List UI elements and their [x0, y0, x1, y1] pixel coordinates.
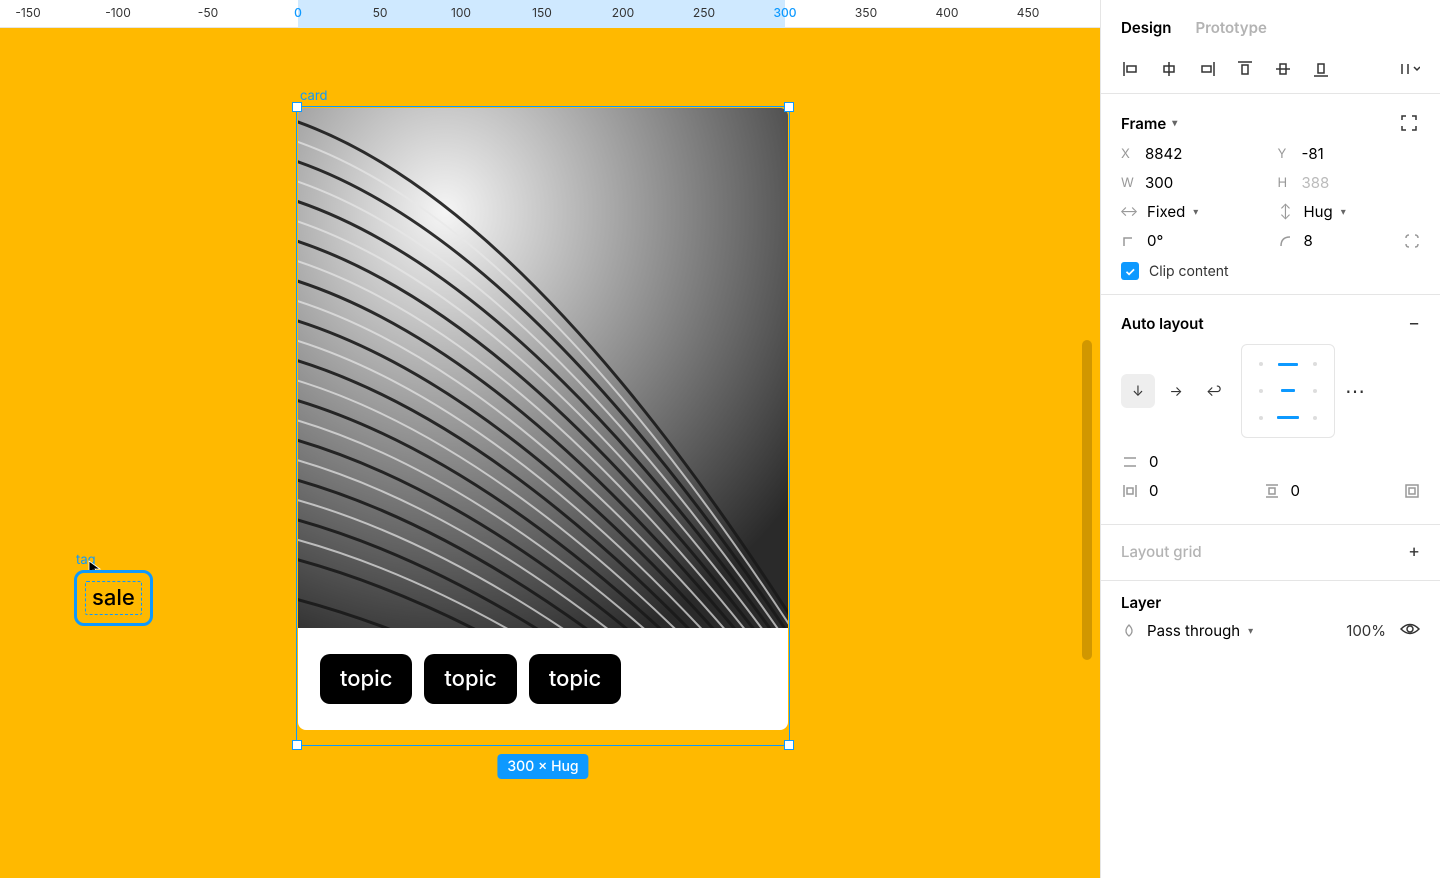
width-input[interactable]: 300 — [1145, 173, 1173, 192]
radius-input[interactable]: 8 — [1304, 231, 1313, 250]
auto-layout-direction: ↓ → ↩ — [1121, 374, 1231, 408]
corner-radius-icon — [1278, 233, 1294, 249]
h-label: H — [1278, 175, 1292, 191]
ruler-tick: -50 — [198, 5, 218, 20]
blend-mode-icon — [1121, 623, 1137, 639]
card-frame[interactable]: topic topic topic — [298, 108, 788, 730]
vertical-scrollbar[interactable] — [1082, 340, 1092, 660]
independent-padding-icon[interactable] — [1404, 483, 1420, 499]
blend-mode-select[interactable]: Pass through ▾ — [1147, 621, 1253, 640]
direction-vertical-icon[interactable]: ↓ — [1121, 374, 1155, 408]
ruler-tick: 250 — [693, 5, 715, 20]
alignment-controls — [1101, 51, 1440, 94]
vertical-resize-icon: ↕ — [1278, 204, 1294, 220]
height-input[interactable]: 388 — [1302, 173, 1330, 192]
layout-grid-section: Layout grid + — [1101, 525, 1440, 581]
ruler-tick: 0 — [294, 5, 302, 20]
tag-text[interactable]: sale — [85, 581, 142, 615]
clip-content-label: Clip content — [1149, 263, 1229, 280]
x-input[interactable]: 8842 — [1145, 144, 1182, 163]
ruler-tick: 400 — [936, 5, 959, 20]
padding-v-input[interactable]: 0 — [1291, 481, 1300, 500]
ruler-tick: 300 — [773, 5, 796, 20]
x-label: X — [1121, 146, 1135, 162]
padding-h-icon — [1121, 483, 1139, 499]
tag-pill[interactable]: topic — [320, 654, 412, 704]
rotation-input[interactable]: 0° — [1147, 231, 1163, 250]
layer-title: Layer — [1121, 593, 1420, 612]
add-layout-grid-icon[interactable]: + — [1408, 541, 1420, 562]
vertical-resize-select[interactable]: Hug ▾ — [1304, 202, 1346, 221]
padding-v-icon — [1263, 483, 1281, 499]
horizontal-resize-icon: ↔ — [1121, 204, 1137, 220]
ruler-tick: -150 — [15, 5, 40, 20]
opacity-input[interactable]: 100% — [1346, 621, 1386, 640]
resize-to-fit-icon[interactable] — [1398, 112, 1420, 134]
card-image[interactable] — [298, 108, 788, 628]
auto-layout-more-icon[interactable]: ⋯ — [1345, 379, 1367, 403]
independent-corners-icon[interactable] — [1404, 233, 1420, 249]
ruler-tick: 50 — [373, 5, 388, 20]
canvas[interactable]: -150 -100 -50 0 50 100 150 200 250 300 350 400 450 c… — [0, 0, 1100, 878]
rotation-icon — [1121, 233, 1137, 249]
auto-layout-title: Auto layout — [1121, 314, 1204, 333]
visibility-icon[interactable] — [1400, 620, 1420, 641]
align-bottom-icon[interactable] — [1311, 59, 1331, 79]
tags-row: topic topic topic — [298, 628, 788, 730]
align-vcenter-icon[interactable] — [1273, 59, 1293, 79]
properties-panel: Design Prototype Frame ▾ X 8842 Y -81 W 300 — [1100, 0, 1440, 878]
layout-grid-title: Layout grid — [1121, 542, 1202, 561]
align-right-icon[interactable] — [1197, 59, 1217, 79]
horizontal-resize-select[interactable]: Fixed ▾ — [1147, 202, 1198, 221]
gap-input[interactable]: 0 — [1149, 452, 1158, 471]
resize-handle-bottom-left[interactable] — [292, 740, 302, 750]
padding-h-input[interactable]: 0 — [1149, 481, 1158, 500]
layer-section: Layer Pass through ▾ 100% — [1101, 581, 1440, 655]
tag-pill[interactable]: topic — [529, 654, 621, 704]
remove-auto-layout-icon[interactable]: − — [1408, 313, 1420, 334]
card-frame-label[interactable]: card — [300, 88, 328, 104]
ruler-tick: 450 — [1017, 5, 1040, 20]
tag-pill[interactable]: topic — [424, 654, 516, 704]
w-label: W — [1121, 175, 1135, 191]
resize-handle-bottom-right[interactable] — [784, 740, 794, 750]
direction-wrap-icon[interactable]: ↩ — [1197, 374, 1231, 408]
y-label: Y — [1278, 146, 1292, 162]
direction-horizontal-icon[interactable]: → — [1159, 374, 1193, 408]
align-top-icon[interactable] — [1235, 59, 1255, 79]
chevron-down-icon: ▾ — [1172, 117, 1177, 129]
alignment-box[interactable] — [1241, 344, 1335, 438]
horizontal-ruler[interactable]: -150 -100 -50 0 50 100 150 200 250 300 350 400 450 — [0, 0, 1100, 28]
gap-icon — [1121, 454, 1139, 470]
align-hcenter-icon[interactable] — [1159, 59, 1179, 79]
ruler-tick: -100 — [105, 5, 131, 20]
frame-section: Frame ▾ X 8842 Y -81 W 300 H 388 ↔ Fixed ▾ ↕ H… — [1101, 94, 1440, 295]
ruler-tick: 200 — [612, 5, 634, 20]
tab-design[interactable]: Design — [1121, 18, 1171, 37]
ruler-tick: 350 — [855, 5, 877, 20]
panel-tabs: Design Prototype — [1101, 0, 1440, 51]
frame-section-title[interactable]: Frame ▾ — [1121, 114, 1177, 133]
ruler-tick: 150 — [532, 5, 552, 20]
align-left-icon[interactable] — [1121, 59, 1141, 79]
y-input[interactable]: -81 — [1302, 144, 1324, 163]
tag-component-frame[interactable]: sale — [74, 570, 153, 626]
clip-content-checkbox[interactable]: ✓ — [1121, 262, 1139, 280]
dimension-badge: 300 × Hug — [497, 754, 588, 779]
distribute-dropdown-icon[interactable] — [1400, 59, 1420, 79]
auto-layout-section: Auto layout − ↓ → ↩ ⋯ 0 — [1101, 295, 1440, 525]
ruler-tick: 100 — [451, 5, 471, 20]
tab-prototype[interactable]: Prototype — [1195, 18, 1266, 37]
